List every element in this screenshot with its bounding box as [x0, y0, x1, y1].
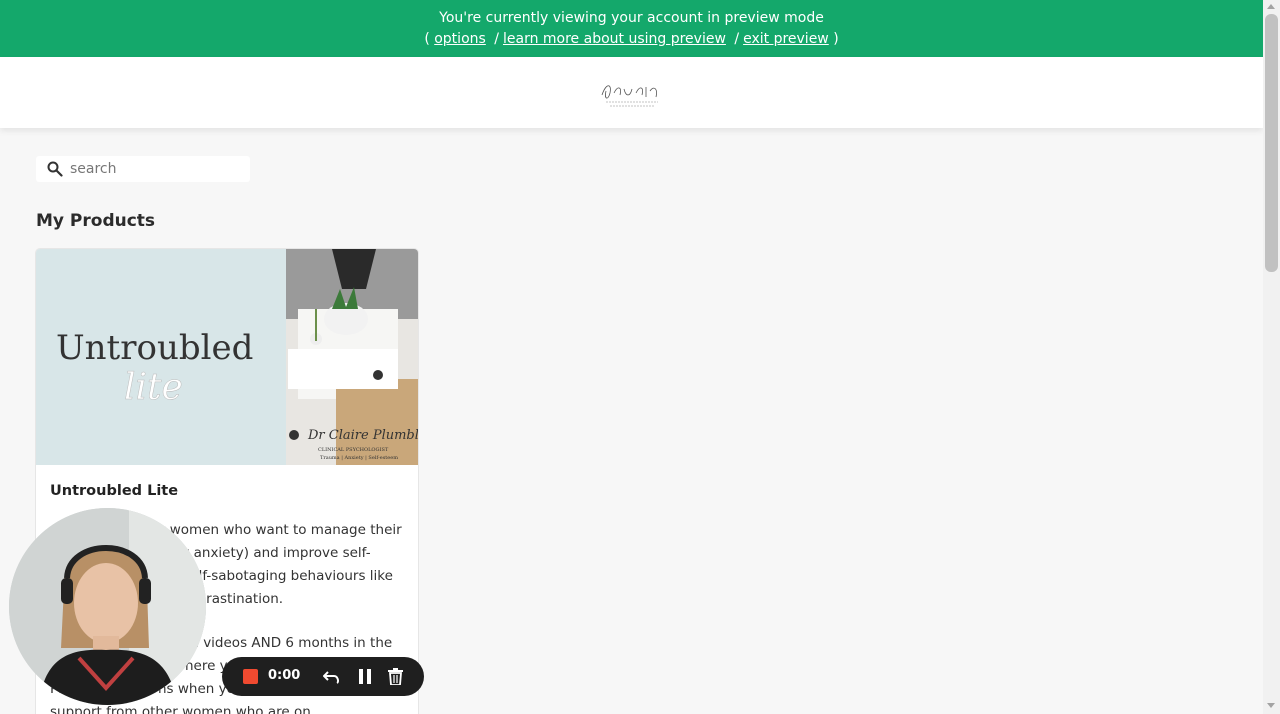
search-input[interactable] — [70, 158, 240, 180]
preview-message: You're currently viewing your account in… — [439, 10, 824, 26]
product-title[interactable]: Untroubled Lite — [50, 483, 178, 499]
site-logo[interactable] — [596, 75, 666, 111]
recording-toolbar: 0:00 — [222, 657, 424, 696]
site-header — [0, 57, 1263, 128]
svg-text:Trauma | Anxiety | Self-esteem: Trauma | Anxiety | Self-esteem — [320, 455, 398, 461]
link-separator: / — [494, 31, 499, 47]
learn-more-preview-link[interactable]: learn more about using preview — [503, 31, 726, 47]
undo-icon[interactable] — [323, 668, 341, 685]
preview-mode-banner: You're currently viewing your account in… — [0, 0, 1263, 57]
options-link[interactable]: options — [434, 31, 486, 47]
close-paren: ) — [833, 31, 839, 47]
scroll-down-arrow-icon[interactable] — [1267, 703, 1275, 708]
stop-recording-button[interactable] — [243, 669, 258, 684]
svg-text:Dr Claire Plumbly: Dr Claire Plumbly — [307, 428, 419, 443]
scroll-up-arrow-icon[interactable] — [1267, 4, 1275, 9]
search-box[interactable] — [36, 156, 250, 182]
recording-time: 0:00 — [268, 668, 301, 683]
open-paren: ( — [424, 31, 430, 47]
scrollbar-thumb[interactable] — [1265, 14, 1278, 272]
webcam-overlay[interactable] — [9, 508, 206, 705]
my-products-heading: My Products — [36, 211, 156, 231]
untroubled-lite-cover-image[interactable]: Untroubled lite Dr Claire Plumbly CLINIC… — [36, 249, 419, 465]
pause-icon[interactable] — [358, 669, 372, 684]
svg-text:Untroubled: Untroubled — [56, 328, 253, 368]
preview-links: ( options / learn more about using previe… — [0, 29, 1263, 50]
vertical-scrollbar[interactable] — [1263, 0, 1280, 714]
link-separator: / — [734, 31, 740, 47]
trash-icon[interactable] — [388, 668, 403, 685]
search-icon — [47, 161, 63, 177]
exit-preview-link[interactable]: exit preview — [743, 31, 829, 47]
webcam-presenter-image — [9, 508, 206, 705]
svg-text:CLINICAL PSYCHOLOGIST: CLINICAL PSYCHOLOGIST — [318, 447, 389, 453]
svg-text:lite: lite — [124, 367, 183, 408]
